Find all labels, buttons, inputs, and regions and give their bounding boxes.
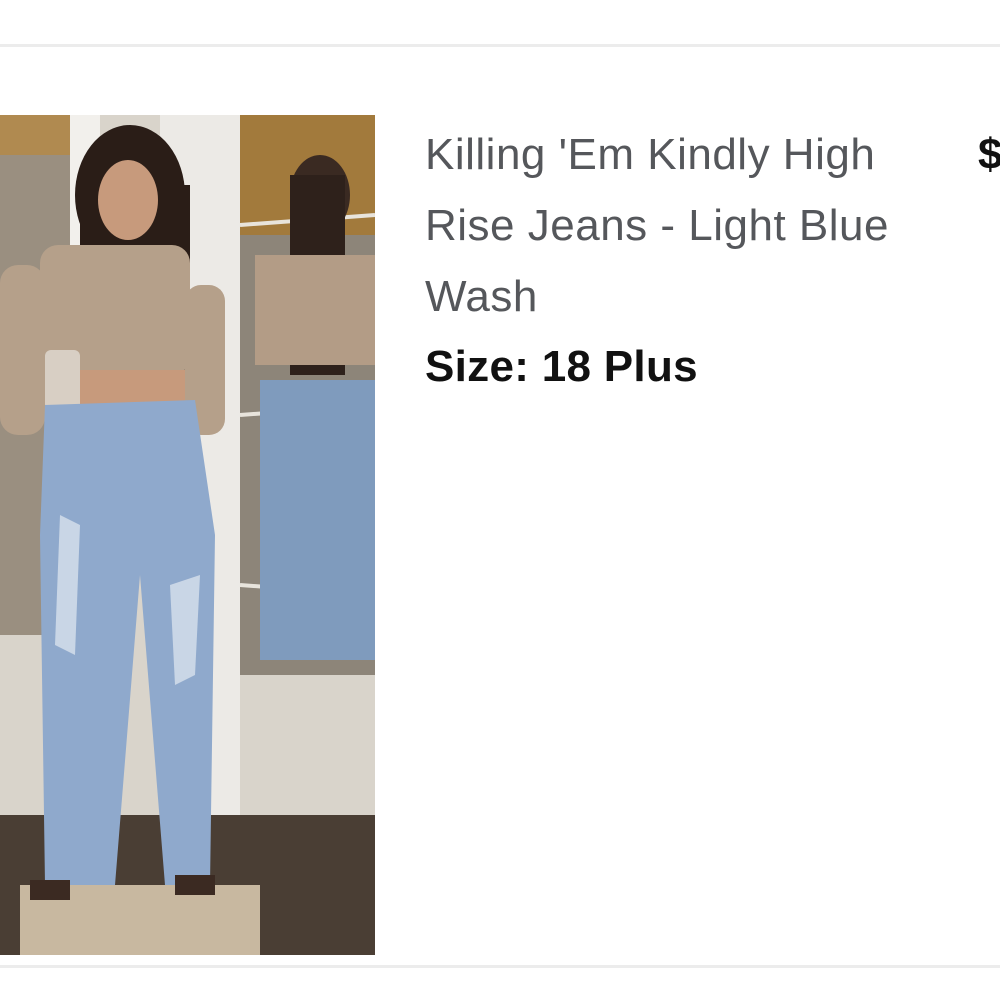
- product-title[interactable]: Killing 'Em Kindly High Rise Jeans - Lig…: [425, 119, 945, 332]
- product-image[interactable]: [0, 115, 375, 955]
- product-photo-illustration: [0, 115, 375, 955]
- product-size: Size: 18 Plus: [425, 342, 698, 391]
- page: Killing 'Em Kindly High Rise Jeans - Lig…: [0, 0, 1000, 1000]
- product-price: $: [978, 130, 1000, 179]
- bottom-divider: [0, 965, 1000, 968]
- cart-item-row[interactable]: Killing 'Em Kindly High Rise Jeans - Lig…: [0, 47, 1000, 965]
